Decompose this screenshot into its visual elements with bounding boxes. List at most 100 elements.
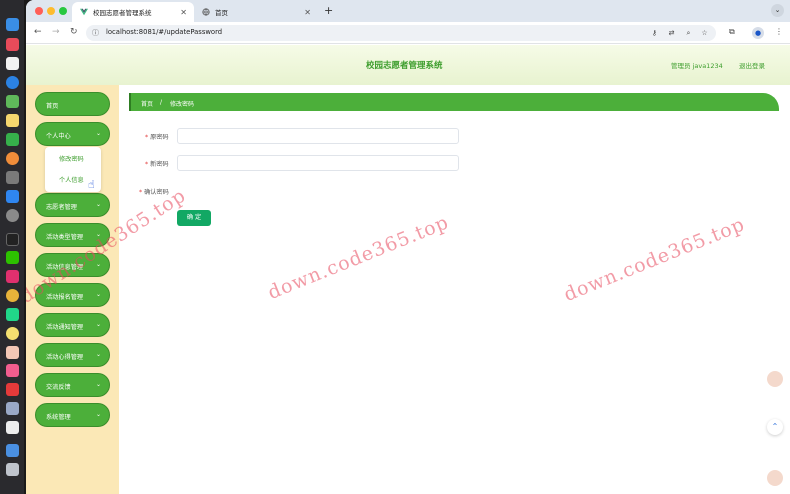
reload-icon[interactable]: ↻ — [70, 27, 78, 37]
confirm-password-field[interactable] — [177, 183, 459, 199]
sidebar-item-label: 活动通知管理 — [46, 324, 84, 331]
chrome-icon[interactable] — [6, 289, 19, 302]
safari-icon[interactable] — [6, 76, 19, 89]
chevron-down-icon: ⌄ — [95, 201, 101, 208]
bookmark-star-icon[interactable]: ☆ — [700, 29, 709, 38]
url-text[interactable]: localhost:8081/#/updatePassword — [106, 28, 222, 36]
close-tab-icon[interactable]: ✕ — [180, 8, 187, 17]
old-password-label: * 原密码 — [145, 134, 169, 141]
close-tab-icon[interactable]: ✕ — [304, 8, 311, 17]
launchpad-icon[interactable] — [6, 38, 19, 51]
user-app-icon[interactable] — [6, 346, 19, 359]
sidebar-item-label: 活动类型管理 — [46, 234, 84, 241]
wps-icon[interactable] — [6, 383, 19, 396]
globe-icon — [202, 8, 210, 16]
new-password-field[interactable] — [177, 155, 459, 171]
breadcrumb-current: 修改密码 — [170, 101, 195, 108]
screen: 校园志愿者管理系统 ✕ 首页 ✕ + ⌄ ← → ↻ ⓘ localhost:8… — [0, 0, 790, 494]
calendar-icon[interactable] — [6, 57, 19, 70]
sidebar-item-feedback[interactable]: 交流反馈 ⌄ — [35, 373, 110, 397]
sidebar-item-system-mgmt[interactable]: 系统管理 ⌄ — [35, 403, 110, 427]
assistant-avatar-icon[interactable] — [767, 371, 783, 387]
tab-active[interactable]: 校园志愿者管理系统 ✕ — [72, 2, 194, 22]
chevron-down-icon: ⌄ — [95, 130, 101, 137]
new-password-label: * 新密码 — [145, 161, 169, 168]
collapse-up-icon[interactable]: ⌃ — [767, 419, 783, 435]
breadcrumb-home[interactable]: 首页 — [141, 99, 153, 108]
finder-icon[interactable] — [6, 18, 19, 31]
tab-title: 校园志愿者管理系统 — [93, 9, 152, 17]
notes-icon[interactable] — [6, 114, 19, 127]
chevron-down-icon: ⌄ — [95, 321, 101, 328]
site-info-icon[interactable]: ⓘ — [92, 28, 102, 38]
tab-strip: 校园志愿者管理系统 ✕ 首页 ✕ + ⌄ — [26, 0, 790, 22]
submenu-item-change-password[interactable]: 修改密码 — [59, 154, 84, 163]
intellij-icon[interactable] — [6, 270, 19, 283]
maps-icon[interactable] — [6, 95, 19, 108]
bilibili-icon[interactable] — [6, 364, 19, 377]
zoom-icon[interactable]: ⌕ — [684, 29, 693, 38]
sidebar-item-label: 志愿者管理 — [46, 204, 77, 211]
clock-icon[interactable] — [6, 327, 19, 340]
password-key-icon[interactable]: ⚷ — [650, 29, 659, 38]
sidebar-item-label: 首页 — [46, 103, 59, 110]
sidebar-item-label: 个人中心 — [46, 133, 71, 140]
breadcrumb: 首页 / 修改密码 — [129, 93, 779, 111]
browser-menu-icon[interactable]: ⋮ — [775, 27, 783, 36]
chat-avatar-icon[interactable] — [767, 470, 783, 486]
profile-icon[interactable]: ● — [752, 27, 764, 39]
app-container: 校园志愿者管理系统 管理员 java1234 退出登录 首页 个人中心 ⌄ 志愿… — [26, 45, 790, 494]
tab-search-icon[interactable]: ⌄ — [771, 4, 784, 17]
main-content: 首页 / 修改密码 * 原密码 * 新密码 * 确认密码 确 定 — [119, 85, 790, 494]
close-window-button[interactable] — [35, 7, 43, 15]
sidebar-item-notice-mgmt[interactable]: 活动通知管理 ⌄ — [35, 313, 110, 337]
chevron-down-icon: ⌄ — [95, 291, 101, 298]
browser-window: 校园志愿者管理系统 ✕ 首页 ✕ + ⌄ ← → ↻ ⓘ localhost:8… — [26, 0, 790, 494]
sidebar-item-label: 交流反馈 — [46, 384, 71, 391]
downloads-icon[interactable] — [6, 444, 19, 457]
logout-link[interactable]: 退出登录 — [739, 60, 765, 70]
textedit-icon[interactable] — [6, 421, 19, 434]
minimize-window-button[interactable] — [47, 7, 55, 15]
settings-icon[interactable] — [6, 209, 19, 222]
extensions-icon[interactable]: ⧉ — [729, 27, 735, 37]
window-app-icon[interactable] — [6, 402, 19, 415]
address-bar[interactable]: ⓘ localhost:8081/#/updatePassword ⚷ ⇄ ⌕ … — [86, 25, 716, 41]
app-title: 校园志愿者管理系统 — [366, 61, 443, 71]
admin-label: 管理员 java1234 — [671, 62, 723, 70]
sidebar-item-label: 系统管理 — [46, 414, 71, 421]
app-header: 校园志愿者管理系统 管理员 java1234 退出登录 — [26, 45, 790, 85]
translate-icon[interactable]: ⇄ — [667, 29, 676, 38]
chevron-down-icon: ⌄ — [95, 351, 101, 358]
zoom-window-button[interactable] — [59, 7, 67, 15]
appstore-icon[interactable] — [6, 190, 19, 203]
new-tab-icon[interactable]: + — [324, 4, 333, 17]
os-dock — [0, 0, 24, 494]
forward-icon[interactable]: → — [52, 27, 60, 37]
breadcrumb-separator: / — [160, 99, 163, 106]
sidebar-item-home[interactable]: 首页 — [35, 92, 110, 116]
hand-cursor-icon: ☝ — [88, 178, 95, 191]
terminal-icon[interactable] — [6, 233, 19, 246]
vue-favicon-icon — [80, 8, 88, 16]
trash-icon[interactable] — [6, 463, 19, 476]
preview-icon[interactable] — [6, 171, 19, 184]
chevron-down-icon: ⌄ — [95, 381, 101, 388]
submit-button[interactable]: 确 定 — [177, 210, 211, 226]
pycharm-icon[interactable] — [6, 308, 19, 321]
photos-icon[interactable] — [6, 152, 19, 165]
sidebar-item-experience-mgmt[interactable]: 活动心得管理 ⌄ — [35, 343, 110, 367]
tab-title: 首页 — [215, 9, 228, 17]
wechat-icon[interactable] — [6, 251, 19, 264]
old-password-field[interactable] — [177, 128, 459, 144]
submenu-item-personal-info[interactable]: 个人信息 — [59, 175, 84, 184]
back-icon[interactable]: ← — [34, 27, 42, 37]
sidebar-item-label: 活动心得管理 — [46, 354, 84, 361]
numbers-icon[interactable] — [6, 133, 19, 146]
tab-inactive[interactable]: 首页 ✕ — [194, 2, 318, 22]
browser-toolbar: ← → ↻ ⓘ localhost:8081/#/updatePassword … — [26, 22, 790, 44]
sidebar-item-personal-center[interactable]: 个人中心 ⌄ — [35, 122, 110, 146]
sidebar-item-volunteer-mgmt[interactable]: 志愿者管理 ⌄ — [35, 193, 110, 217]
chevron-down-icon: ⌄ — [95, 411, 101, 418]
sidebar-item-label: 活动报名管理 — [46, 294, 84, 301]
